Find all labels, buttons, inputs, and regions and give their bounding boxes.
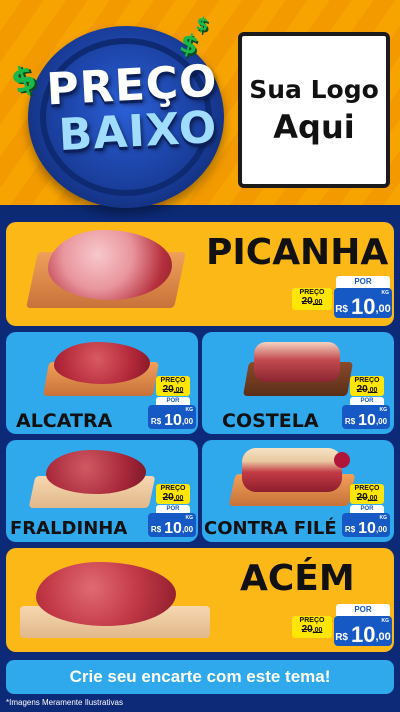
new-price-box: R$ 10 ,00 KG: [334, 616, 392, 646]
price-integer: 10: [358, 520, 376, 537]
price-tag: POR PREÇO 20,00 R$ 10 ,00 KG: [292, 604, 392, 648]
meat-image-acem: [36, 562, 176, 626]
unit-label: KG: [379, 515, 388, 521]
price-integer: 10: [164, 412, 182, 429]
price-integer: 10: [358, 412, 376, 429]
product-card-picanha: PICANHA POR PREÇO 20,00 R$ 10 ,00 KG: [6, 222, 394, 326]
meat-image-picanha: [48, 230, 172, 300]
meat-image-alcatra: [54, 342, 150, 384]
logo-placeholder: Sua Logo Aqui: [238, 32, 390, 188]
meat-image-costela: [254, 342, 340, 382]
currency-symbol: R$: [150, 525, 162, 534]
product-name: PICANHA: [206, 232, 389, 273]
old-price: 20,00: [162, 384, 184, 395]
product-card-acem: ACÉM POR PREÇO 20,00 R$ 10 ,00 KG: [6, 548, 394, 652]
old-price: 20,00: [162, 492, 184, 503]
por-label: POR: [350, 397, 384, 405]
por-label: POR: [350, 505, 384, 513]
currency-symbol: R$: [150, 417, 162, 426]
product-card-fraldinha: FRALDINHA PREÇO 20,00 POR R$ 10 ,00 KG: [6, 440, 198, 542]
price-decimal: ,00: [181, 417, 194, 426]
currency-symbol: R$: [335, 632, 348, 643]
por-label: POR: [156, 397, 190, 405]
price-tag: PREÇO 20,00 POR R$ 10 ,00 KG: [342, 484, 390, 538]
currency-symbol: R$: [344, 525, 356, 534]
price-integer: 10: [351, 622, 376, 647]
product-name: CONTRA FILÉ: [204, 518, 337, 539]
price-decimal: ,00: [375, 631, 391, 643]
old-price: 20,00: [301, 624, 323, 635]
old-price: 20,00: [356, 384, 378, 395]
new-price-box: R$ 10 ,00 KG: [148, 513, 196, 537]
new-price-box: R$ 10 ,00 KG: [148, 405, 196, 429]
unit-label: KG: [381, 618, 390, 624]
price-decimal: ,00: [181, 525, 194, 534]
currency-symbol: R$: [335, 304, 348, 315]
unit-label: KG: [381, 290, 390, 296]
old-price: 20,00: [301, 296, 323, 307]
logo-text-line2: Aqui: [273, 107, 355, 146]
logo-text-line1: Sua Logo: [249, 74, 379, 104]
unit-label: KG: [185, 515, 194, 521]
meat-image-contra-file: [242, 448, 342, 492]
price-tag: PREÇO 20,00 POR R$ 10 ,00 KG: [148, 484, 196, 538]
product-name: ALCATRA: [16, 410, 113, 432]
product-card-costela: COSTELA PREÇO 20,00 POR R$ 10 ,00 KG: [202, 332, 394, 434]
old-price: 20,00: [356, 492, 378, 503]
new-price-box: R$ 10 ,00 KG: [342, 405, 390, 429]
old-price-box: PREÇO 20,00: [350, 376, 384, 396]
product-name: FRALDINHA: [10, 518, 128, 539]
por-label: POR: [336, 604, 390, 616]
por-label: POR: [156, 505, 190, 513]
price-decimal: ,00: [375, 525, 388, 534]
disclaimer-text: *Imagens Meramente Ilustrativas: [6, 698, 123, 707]
old-price-box: PREÇO 20,00: [292, 288, 332, 310]
unit-label: KG: [379, 407, 388, 413]
create-flyer-button[interactable]: Crie seu encarte com este tema!: [6, 660, 394, 694]
unit-label: KG: [185, 407, 194, 413]
price-tag: PREÇO 20,00 POR R$ 10 ,00 KG: [148, 376, 196, 430]
meat-image-fraldinha: [46, 450, 146, 494]
price-decimal: ,00: [375, 417, 388, 426]
product-name: COSTELA: [222, 410, 319, 432]
new-price-box: R$ 10 ,00 KG: [334, 288, 392, 318]
header-divider: [0, 205, 400, 215]
old-price-box: PREÇO 20,00: [292, 616, 332, 638]
price-tag: PREÇO 20,00 POR R$ 10 ,00 KG: [342, 376, 390, 430]
currency-symbol: R$: [344, 417, 356, 426]
onion-garnish: [334, 452, 350, 468]
price-decimal: ,00: [375, 303, 391, 315]
old-price-box: PREÇO 20,00: [156, 484, 190, 504]
price-integer: 10: [164, 520, 182, 537]
product-card-contra-file: CONTRA FILÉ PREÇO 20,00 POR R$ 10 ,00 KG: [202, 440, 394, 542]
old-price-box: PREÇO 20,00: [156, 376, 190, 396]
new-price-box: R$ 10 ,00 KG: [342, 513, 390, 537]
product-name: ACÉM: [240, 558, 355, 599]
por-label: POR: [336, 276, 390, 288]
product-card-alcatra: ALCATRA PREÇO 20,00 POR R$ 10 ,00 KG: [6, 332, 198, 434]
price-tag: POR PREÇO 20,00 R$ 10 ,00 KG: [292, 276, 392, 320]
price-integer: 10: [351, 294, 376, 319]
old-price-box: PREÇO 20,00: [350, 484, 384, 504]
